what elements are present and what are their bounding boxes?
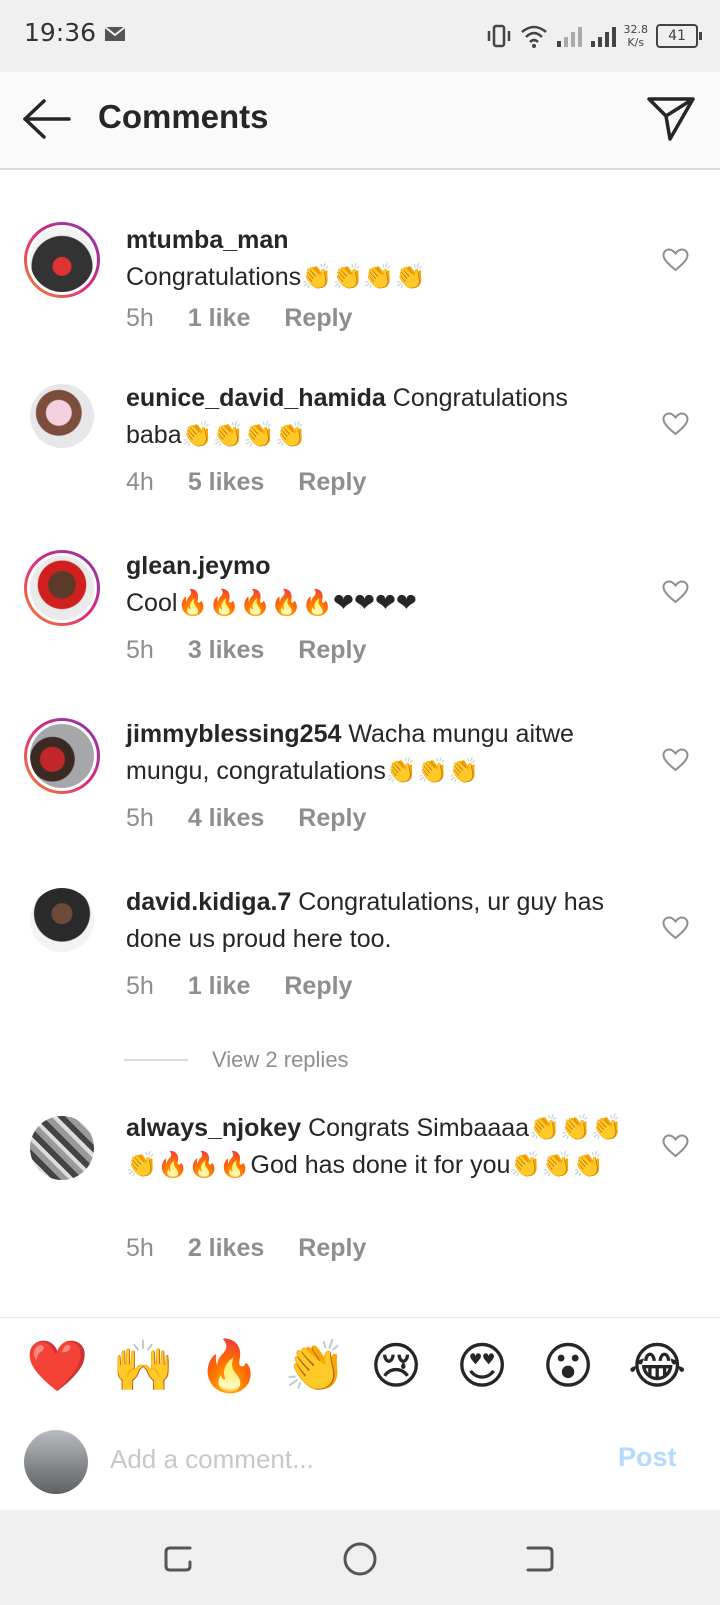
comment-likes[interactable]: 1 like <box>188 304 251 333</box>
comment-time: 4h <box>126 468 154 496</box>
comment-time: 5h <box>126 972 154 1000</box>
like-heart-icon[interactable] <box>662 748 689 772</box>
page-title: Comments <box>98 98 269 135</box>
comment-text: eunice_david_hamida Congratulations baba… <box>126 380 626 454</box>
like-heart-icon[interactable] <box>662 248 689 272</box>
comment-text: david.kidiga.7 Congratulations, ur guy h… <box>126 884 626 958</box>
current-user-avatar <box>24 1430 88 1494</box>
view-replies-label[interactable]: View 2 replies <box>212 1047 349 1073</box>
comment-meta: 5h 1 like Reply <box>126 304 352 333</box>
comment-meta: 5h 2 likes Reply <box>126 1234 366 1263</box>
emoji-raised-hands-button[interactable]: 🙌 <box>112 1336 174 1396</box>
reply-button[interactable]: Reply <box>284 304 352 333</box>
comment-likes[interactable]: 2 likes <box>188 1234 264 1263</box>
reply-button[interactable]: Reply <box>298 468 366 497</box>
view-replies-divider <box>124 1059 188 1061</box>
comment-time: 5h <box>126 636 154 664</box>
avatar[interactable] <box>24 718 100 794</box>
battery-icon: 41 <box>656 24 702 48</box>
status-time: 19:36 <box>24 18 97 47</box>
comment-username[interactable]: always_njokey <box>126 1114 301 1142</box>
avatar[interactable] <box>24 550 100 626</box>
network-speed-unit: K/s <box>627 36 645 49</box>
avatar[interactable] <box>24 222 100 298</box>
comment-body: Congratulations👏👏👏👏 <box>126 263 426 291</box>
reply-button[interactable]: Reply <box>284 972 352 1001</box>
vibrate-icon <box>487 24 510 48</box>
like-heart-icon[interactable] <box>662 412 689 436</box>
comment-text: always_njokey Congrats Simbaaaa👏👏👏👏🔥🔥🔥Go… <box>126 1110 626 1184</box>
status-bar: 19:36 32.8 K/s 41 <box>0 0 720 72</box>
comment-username[interactable]: glean.jeymo <box>126 552 271 580</box>
like-heart-icon[interactable] <box>662 916 689 940</box>
back-nav-icon[interactable] <box>520 1540 558 1578</box>
status-icons: 32.8 K/s 41 <box>486 20 702 52</box>
emoji-heart-eyes-button[interactable]: 😍 <box>456 1336 508 1396</box>
comment-meta: 4h 5 likes Reply <box>126 468 366 497</box>
comment-text: glean.jeymo Cool🔥🔥🔥🔥🔥❤❤❤❤ <box>126 548 626 622</box>
comment-username[interactable]: david.kidiga.7 <box>126 888 291 916</box>
comment-time: 5h <box>126 304 154 332</box>
reply-button[interactable]: Reply <box>298 636 366 665</box>
network-speed-value: 32.8 <box>623 23 649 36</box>
comment-input[interactable]: Add a comment... <box>110 1444 314 1475</box>
network-speed: 32.8 K/s <box>624 23 649 49</box>
emoji-heart-button[interactable]: ❤️ <box>26 1336 88 1396</box>
like-heart-icon[interactable] <box>662 580 689 604</box>
comment-text: mtumba_man Congratulations👏👏👏👏 <box>126 222 626 296</box>
signal-1-icon <box>556 27 582 47</box>
reply-button[interactable]: Reply <box>298 804 366 833</box>
comment-time: 5h <box>126 1234 154 1262</box>
view-replies-link[interactable]: View 2 replies <box>124 1047 349 1073</box>
emoji-laughing-button[interactable]: 😂 <box>628 1336 686 1396</box>
comment-username[interactable]: jimmyblessing254 <box>126 720 341 748</box>
comment-username[interactable]: eunice_david_hamida <box>126 384 386 412</box>
add-comment-bar: Add a comment... Post <box>0 1414 720 1510</box>
comment-likes[interactable]: 4 likes <box>188 804 264 833</box>
comment-meta: 5h 3 likes Reply <box>126 636 366 665</box>
emoji-surprised-button[interactable]: 😮 <box>542 1336 594 1396</box>
signal-2-icon <box>590 27 616 47</box>
recent-apps-icon[interactable] <box>160 1540 198 1578</box>
top-app-bar: Comments <box>0 72 720 170</box>
home-icon[interactable] <box>341 1540 379 1578</box>
wifi-icon <box>520 25 547 48</box>
system-nav-bar <box>0 1510 720 1605</box>
avatar[interactable] <box>30 1116 94 1180</box>
comment-meta: 5h 4 likes Reply <box>126 804 366 833</box>
back-arrow-icon[interactable] <box>22 98 72 140</box>
avatar[interactable] <box>30 384 94 448</box>
avatar[interactable] <box>30 888 94 952</box>
emoji-quick-bar: ❤️ 🙌 🔥 👏 😢 😍 😮 😂 <box>0 1317 720 1415</box>
emoji-fire-button[interactable]: 🔥 <box>198 1336 260 1396</box>
comment-likes[interactable]: 3 likes <box>188 636 264 665</box>
comment-likes[interactable]: 5 likes <box>188 468 264 497</box>
comment-body: Cool🔥🔥🔥🔥🔥❤❤❤❤ <box>126 589 417 617</box>
comment-text: jimmyblessing254 Wacha mungu aitwe mungu… <box>126 716 626 790</box>
post-button[interactable]: Post <box>618 1442 677 1473</box>
direct-send-icon[interactable] <box>646 96 696 142</box>
like-heart-icon[interactable] <box>662 1134 689 1158</box>
emoji-crying-button[interactable]: 😢 <box>370 1336 422 1396</box>
comment-time: 5h <box>126 804 154 832</box>
emoji-clap-button[interactable]: 👏 <box>284 1336 346 1396</box>
comment-meta: 5h 1 like Reply <box>126 972 352 1001</box>
comment-username[interactable]: mtumba_man <box>126 226 289 254</box>
comment-likes[interactable]: 1 like <box>188 972 251 1001</box>
mail-notification-icon <box>104 26 126 41</box>
reply-button[interactable]: Reply <box>298 1234 366 1263</box>
